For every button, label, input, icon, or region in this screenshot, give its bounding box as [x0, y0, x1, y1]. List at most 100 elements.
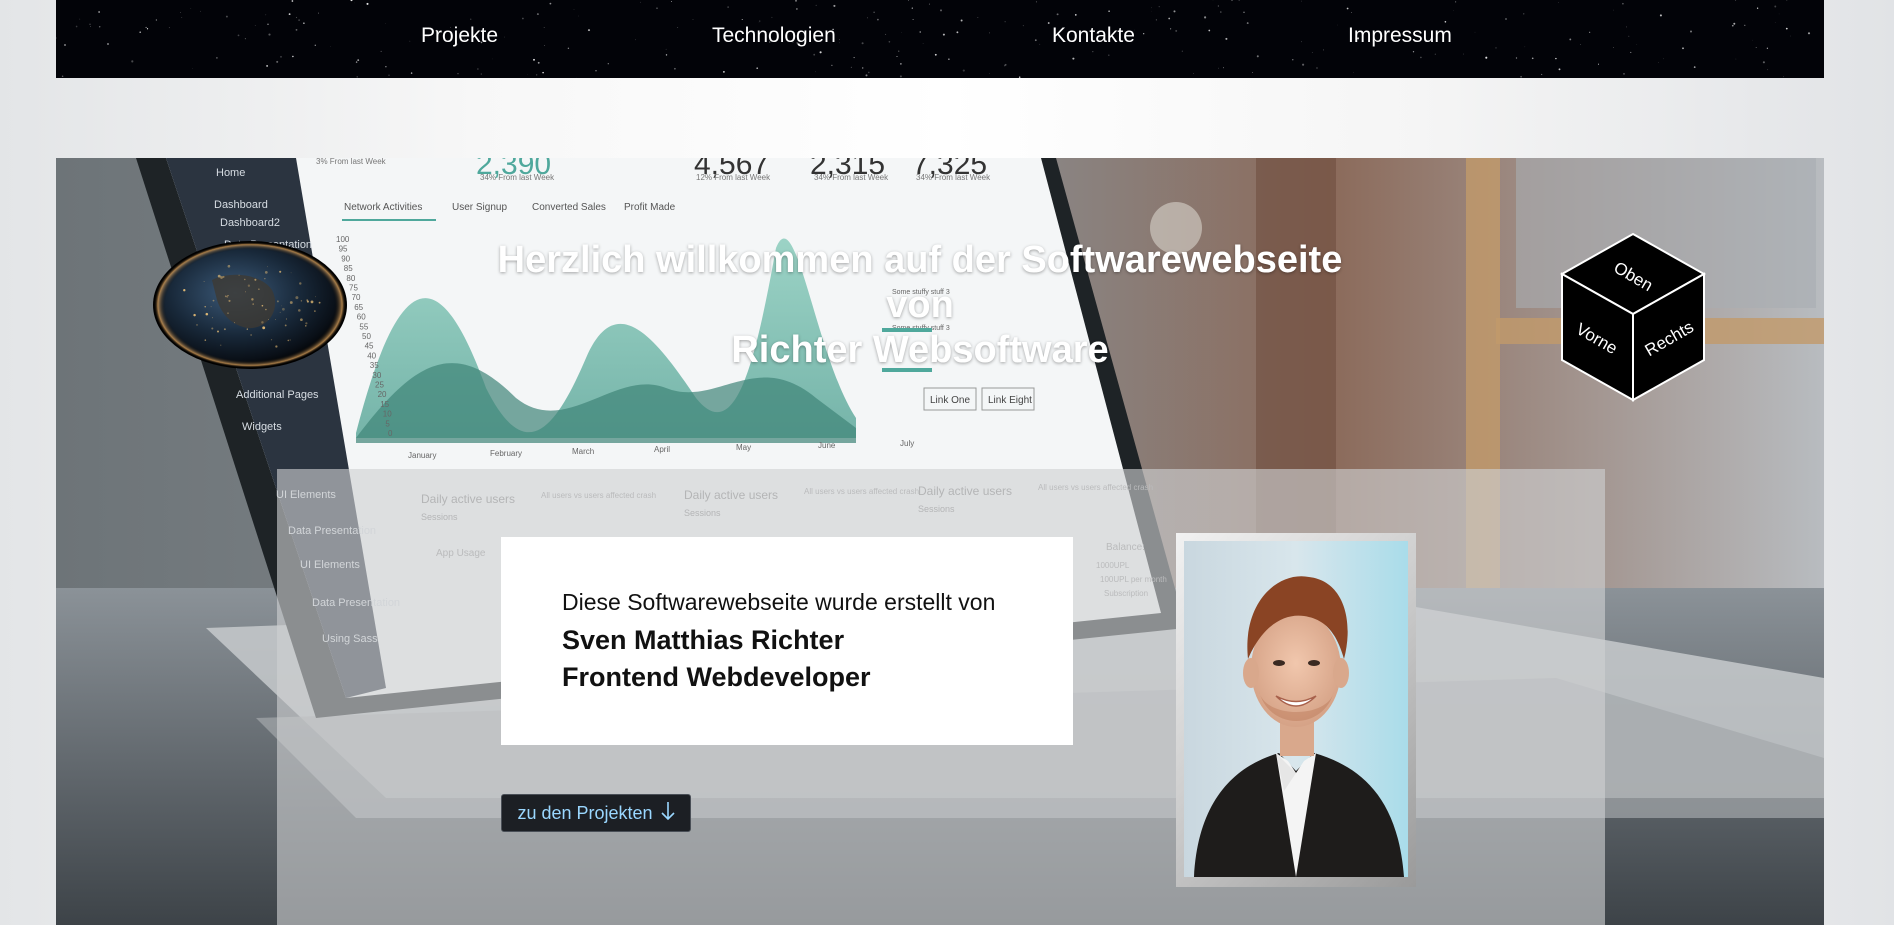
screen-link: Link One [930, 395, 970, 406]
star-dot [1463, 53, 1464, 55]
star-dot [1515, 57, 1518, 59]
star-dot [410, 72, 413, 74]
star-dot [1004, 65, 1006, 67]
star-dot [607, 63, 609, 65]
screen-y-tick: 25 [375, 381, 384, 390]
star-dot [1774, 22, 1776, 23]
star-dot [1143, 33, 1145, 35]
star-dot [350, 0, 353, 2]
star-dot [522, 17, 524, 20]
star-dot [98, 26, 101, 28]
star-dot [989, 73, 990, 74]
star-dot [977, 17, 979, 18]
star-dot [380, 50, 382, 52]
star-dot [587, 29, 591, 32]
hero-title-line-1: Herzlich willkommen auf der Softwarewebs… [497, 239, 1343, 281]
star-dot [200, 10, 201, 12]
star-dot [1630, 51, 1632, 53]
star-dot [480, 73, 482, 75]
star-dot [671, 0, 672, 2]
star-dot [567, 47, 570, 49]
star-dot [1735, 0, 1737, 1]
star-dot [1204, 16, 1207, 19]
star-dot [1541, 73, 1543, 75]
star-dot [665, 54, 668, 56]
star-dot [1047, 22, 1050, 24]
star-dot [280, 55, 282, 58]
star-dot [1580, 43, 1582, 45]
star-dot [295, 16, 298, 19]
star-dot [1168, 17, 1171, 20]
star-dot [291, 0, 294, 2]
nav-item-projekte[interactable]: Projekte [421, 24, 498, 48]
star-dot [288, 13, 291, 16]
star-dot [1755, 47, 1757, 48]
arrow-down-icon [660, 801, 675, 826]
star-dot [833, 4, 836, 7]
star-dot [355, 61, 358, 63]
star-dot [1495, 47, 1497, 49]
star-dot [867, 17, 868, 19]
projects-button[interactable]: zu den Projekten [501, 794, 691, 832]
star-dot [1626, 26, 1627, 28]
star-dot [741, 19, 743, 20]
star-dot [237, 34, 240, 37]
star-dot [1034, 39, 1037, 42]
star-dot [1022, 25, 1024, 27]
star-dot [873, 11, 875, 13]
star-dot [956, 31, 959, 34]
star-dot [1193, 73, 1194, 74]
hero-section: HomeDashboardDashboard2Data Presentation… [56, 158, 1824, 925]
star-dot [677, 27, 679, 28]
star-dot [813, 53, 816, 56]
nav-item-impressum[interactable]: Impressum [1348, 24, 1452, 48]
star-dot [934, 53, 937, 56]
screen-sidebar-item: Widgets [242, 421, 282, 433]
star-dot [723, 71, 725, 73]
star-dot [635, 39, 636, 41]
star-dot [1219, 11, 1222, 13]
star-dot [861, 42, 864, 45]
screen-link: Link Eight [988, 395, 1032, 406]
star-dot [814, 71, 816, 73]
star-dot [1523, 13, 1525, 15]
nav-item-kontakte[interactable]: Kontakte [1052, 24, 1135, 48]
screen-y-tick: 20 [378, 390, 387, 399]
screen-tab: Network Activities [344, 202, 422, 213]
star-dot [1474, 31, 1476, 33]
star-dot [353, 2, 355, 4]
star-dot [1072, 57, 1075, 60]
star-dot [181, 16, 183, 18]
star-dot [1302, 63, 1305, 66]
star-dot [1256, 55, 1259, 58]
projects-button-label: zu den Projekten [517, 802, 653, 823]
star-dot [1217, 5, 1220, 7]
star-dot [318, 12, 319, 14]
top-navbar: Projekte Technologien Kontakte Impressum [56, 0, 1824, 78]
starfield-background [56, 0, 1811, 78]
star-dot [1453, 10, 1455, 12]
rotating-cube[interactable]: Oben Vorne Rechts [1558, 232, 1708, 404]
star-dot [1292, 59, 1294, 61]
star-dot [79, 18, 81, 20]
star-dot [1108, 54, 1110, 56]
star-dot [1434, 53, 1436, 55]
star-dot [1039, 43, 1041, 45]
star-dot [292, 55, 294, 58]
screen-sidebar-item: Dashboard [214, 199, 268, 211]
hero-title: Herzlich willkommen auf der Softwarewebs… [56, 238, 1784, 373]
star-dot [877, 18, 879, 21]
star-dot [168, 27, 170, 29]
star-dot [962, 69, 965, 72]
star-dot [1555, 57, 1557, 60]
star-dot [665, 48, 667, 50]
screen-month-label: January [408, 451, 436, 460]
nav-item-technologien[interactable]: Technologien [712, 24, 836, 48]
star-dot [267, 23, 269, 25]
star-dot [98, 11, 100, 13]
star-dot [1623, 73, 1625, 75]
star-dot [1208, 29, 1211, 32]
star-dot [1018, 76, 1021, 78]
star-dot [758, 20, 761, 22]
star-dot [544, 45, 545, 47]
